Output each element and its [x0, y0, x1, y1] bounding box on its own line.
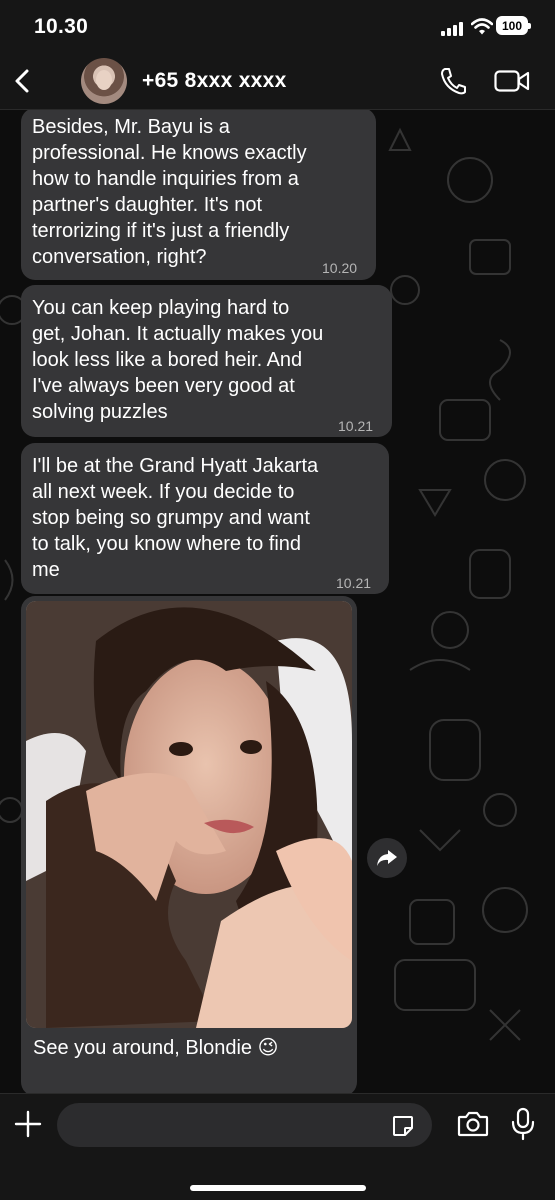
home-indicator[interactable]: [190, 1185, 366, 1191]
microphone-icon[interactable]: [511, 1107, 535, 1141]
wifi-icon: [471, 18, 493, 35]
message-time: 10.20: [322, 260, 358, 276]
message-bubble[interactable]: You can keep playing hard to get, Johan.…: [21, 285, 392, 437]
status-time: 10.30: [34, 15, 89, 38]
contact-name[interactable]: +65 8xxx xxxx: [142, 69, 287, 93]
plus-icon[interactable]: [14, 1110, 42, 1138]
message-text: I'll be at the Grand Hyatt Jakarta all n…: [32, 455, 319, 581]
chevron-left-icon[interactable]: [10, 66, 36, 96]
contact-avatar[interactable]: [81, 58, 127, 104]
forward-arrow-icon: [377, 850, 397, 866]
camera-icon[interactable]: [457, 1110, 489, 1138]
battery-icon: 100: [496, 16, 531, 35]
battery-level: 100: [501, 18, 523, 33]
message-text: Besides, Mr. Bayu is a professional. He …: [32, 116, 307, 268]
message-input-bar: [0, 1093, 555, 1200]
chat-header: +65 8xxx xxxx: [0, 56, 555, 110]
message-bubble[interactable]: I'll be at the Grand Hyatt Jakarta all n…: [21, 443, 389, 594]
message-time: 10.21: [336, 575, 372, 591]
photo-message-bubble[interactable]: See you around, Blondie 😉: [21, 596, 357, 1093]
message-text: You can keep playing hard to get, Johan.…: [32, 297, 324, 423]
status-bar: 10.30 100: [0, 0, 555, 56]
sticker-icon[interactable]: [391, 1114, 415, 1138]
message-bubble[interactable]: Besides, Mr. Bayu is a professional. He …: [21, 110, 376, 280]
forward-button[interactable]: [367, 838, 407, 878]
chat-area[interactable]: Besides, Mr. Bayu is a professional. He …: [0, 110, 555, 1093]
photo-caption: See you around, Blondie 😉: [33, 1037, 279, 1059]
message-time: 10.21: [338, 418, 374, 434]
message-input[interactable]: [57, 1103, 432, 1147]
cellular-signal-icon: [441, 22, 463, 36]
phone-icon[interactable]: [439, 66, 467, 96]
photo-attachment[interactable]: [26, 601, 352, 1028]
video-camera-icon[interactable]: [494, 69, 530, 93]
photo-image: [26, 601, 352, 1028]
